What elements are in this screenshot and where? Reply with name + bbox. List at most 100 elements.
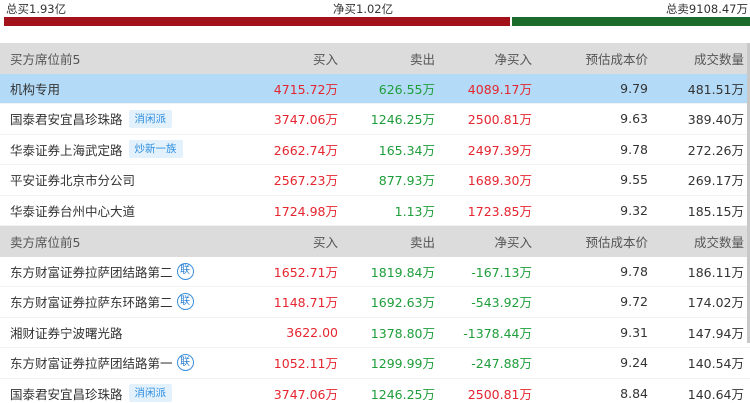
table-row[interactable]: 东方财富证券拉萨团结路第一联 1052.11万 1299.99万 -247.88万 9.… — [0, 348, 750, 379]
buy-amount: 4715.72万 — [273, 81, 338, 97]
header-sell: 卖出 — [409, 234, 435, 250]
seat-name[interactable]: 国泰君安宜昌珍珠路 — [10, 384, 123, 403]
summary-bar: 总买1.93亿 净买1.02亿 总卖9108.47万 — [0, 0, 750, 30]
buy-amount: 1724.98万 — [273, 203, 338, 219]
net-buy-amount: 1723.85万 — [467, 203, 532, 219]
seat-name-cell[interactable]: 华泰证券上海武定路 炒新一族 — [10, 135, 183, 165]
seat-name[interactable]: 机构专用 — [10, 79, 60, 98]
seat-name-cell[interactable]: 华泰证券台州中心大道 — [10, 196, 135, 226]
buy-amount: 1052.11万 — [273, 356, 338, 372]
seat-name[interactable]: 湘财证券宁波曙光路 — [10, 323, 123, 342]
total-sell-label: 总卖9108.47万 — [665, 2, 748, 16]
seat-name[interactable]: 华泰证券台州中心大道 — [10, 201, 135, 220]
seat-name[interactable]: 平安证券北京市分公司 — [10, 170, 135, 189]
estimated-cost: 9.78 — [620, 141, 648, 157]
header-cost: 预估成本价 — [585, 234, 648, 250]
trade-volume: 389.40万 — [687, 112, 744, 128]
sell-amount: 1.13万 — [394, 203, 435, 219]
seat-name-cell[interactable]: 机构专用 — [10, 74, 60, 104]
buy-amount: 2662.74万 — [273, 142, 338, 158]
linked-seat-icon[interactable]: 联 — [176, 293, 194, 311]
seat-name-cell[interactable]: 国泰君安宜昌珍珠路 消闲派 — [10, 104, 173, 134]
net-buy-label: 净买1.02亿 — [333, 2, 394, 16]
buy-amount: 1148.71万 — [273, 295, 338, 311]
total-buy-label: 总买1.93亿 — [6, 2, 67, 16]
buy-amount: 2567.23万 — [273, 173, 338, 189]
seat-name-cell[interactable]: 湘财证券宁波曙光路 — [10, 318, 123, 348]
trade-volume: 140.64万 — [687, 386, 744, 402]
header-net: 净买入 — [494, 51, 532, 67]
trade-volume: 272.26万 — [687, 142, 744, 158]
buy-amount: 1652.71万 — [273, 264, 338, 280]
net-buy-amount: -543.92万 — [471, 295, 532, 311]
seat-name-cell[interactable]: 国泰君安宜昌珍珠路 消闲派 — [10, 379, 173, 403]
header-sell: 卖出 — [409, 51, 435, 67]
estimated-cost: 9.31 — [620, 324, 648, 340]
trade-volume: 140.54万 — [687, 356, 744, 372]
estimated-cost: 9.24 — [620, 355, 648, 371]
seat-name-cell[interactable]: 东方财富证券拉萨团结路第二联 — [10, 257, 194, 287]
buy-amount: 3747.06万 — [273, 112, 338, 128]
sell-amount: 1692.63万 — [370, 295, 435, 311]
trade-volume: 186.11万 — [687, 264, 744, 280]
buy-ratio-fill — [4, 17, 510, 26]
seat-name[interactable]: 国泰君安宜昌珍珠路 — [10, 109, 123, 128]
table-row[interactable]: 东方财富证券拉萨东环路第二联 1148.71万 1692.63万 -543.92万 9.… — [0, 287, 750, 318]
seat-name[interactable]: 东方财富证券拉萨团结路第一 — [10, 353, 173, 372]
estimated-cost: 8.84 — [620, 385, 648, 401]
trader-tag[interactable]: 消闲派 — [128, 109, 173, 128]
net-buy-amount: 2500.81万 — [467, 112, 532, 128]
net-buy-amount: 2500.81万 — [467, 386, 532, 402]
trade-volume: 174.02万 — [687, 295, 744, 311]
estimated-cost: 9.32 — [620, 202, 648, 218]
estimated-cost: 9.63 — [620, 111, 648, 127]
linked-seat-icon[interactable]: 联 — [176, 354, 194, 372]
table-row[interactable]: 国泰君安宜昌珍珠路 消闲派 3747.06万 1246.25万 2500.81万 9.63… — [0, 104, 750, 135]
header-buy: 买入 — [312, 51, 338, 67]
net-buy-amount: -1378.44万 — [463, 325, 532, 341]
sell-amount: 1299.99万 — [370, 356, 435, 372]
header-volume: 成交数量 — [693, 234, 744, 250]
sell-section-header: 卖方席位前5 买入 卖出 净买入 预估成本价 成交数量 — [0, 226, 750, 257]
sell-amount: 877.93万 — [378, 173, 435, 189]
seat-name[interactable]: 东方财富证券拉萨东环路第二 — [10, 292, 173, 311]
seat-name[interactable]: 东方财富证券拉萨团结路第二 — [10, 262, 173, 281]
net-buy-amount: 4089.17万 — [467, 81, 532, 97]
trade-volume: 185.15万 — [687, 203, 744, 219]
sell-amount: 1819.84万 — [370, 264, 435, 280]
header-volume: 成交数量 — [693, 51, 744, 67]
estimated-cost: 9.72 — [620, 294, 648, 310]
buy-sell-ratio-bar — [4, 17, 750, 26]
seat-name-cell[interactable]: 东方财富证券拉萨东环路第二联 — [10, 287, 194, 317]
sell-amount: 1246.25万 — [370, 386, 435, 402]
table-row[interactable]: 华泰证券台州中心大道 1724.98万 1.13万 1723.85万 9.32 185.1… — [0, 196, 750, 226]
net-buy-amount: -247.88万 — [471, 356, 532, 372]
trader-tag[interactable]: 炒新一族 — [128, 140, 183, 159]
table-row[interactable]: 华泰证券上海武定路 炒新一族 2662.74万 165.34万 2497.39万 9.78… — [0, 135, 750, 165]
table-row[interactable]: 机构专用 4715.72万 626.55万 4089.17万 9.79 481.51万 — [0, 73, 750, 104]
seat-name-cell[interactable]: 东方财富证券拉萨团结路第一联 — [10, 348, 194, 378]
seat-table: 买方席位前5 买入 卖出 净买入 预估成本价 成交数量 机构专用 4715.72万… — [0, 43, 750, 403]
buy-section-header: 买方席位前5 买入 卖出 净买入 预估成本价 成交数量 — [0, 43, 750, 74]
seat-name-cell[interactable]: 平安证券北京市分公司 — [10, 165, 135, 195]
linked-seat-icon[interactable]: 联 — [176, 262, 194, 280]
table-row[interactable]: 国泰君安宜昌珍珠路 消闲派 3747.06万 1246.25万 2500.81万 8.84… — [0, 379, 750, 403]
seat-name[interactable]: 华泰证券上海武定路 — [10, 140, 123, 159]
trader-tag[interactable]: 消闲派 — [128, 384, 173, 403]
buy-amount: 3747.06万 — [273, 386, 338, 402]
table-row[interactable]: 湘财证券宁波曙光路 3622.00 1378.80万 -1378.44万 9.31 147… — [0, 318, 750, 348]
sell-amount: 165.34万 — [378, 142, 435, 158]
table-row[interactable]: 东方财富证券拉萨团结路第二联 1652.71万 1819.84万 -167.13万 9.… — [0, 257, 750, 287]
buy-amount: 3622.00 — [286, 324, 338, 340]
estimated-cost: 9.55 — [620, 172, 648, 188]
net-buy-amount: 1689.30万 — [467, 173, 532, 189]
table-row[interactable]: 平安证券北京市分公司 2567.23万 877.93万 1689.30万 9.55 269… — [0, 165, 750, 196]
header-cost: 预估成本价 — [585, 51, 648, 67]
sell-ratio-fill — [511, 17, 750, 26]
sell-amount: 1246.25万 — [370, 112, 435, 128]
trade-volume: 481.51万 — [687, 81, 744, 97]
net-buy-amount: -167.13万 — [471, 264, 532, 280]
net-buy-amount: 2497.39万 — [467, 142, 532, 158]
trade-volume: 147.94万 — [687, 325, 744, 341]
sell-amount: 1378.80万 — [370, 325, 435, 341]
